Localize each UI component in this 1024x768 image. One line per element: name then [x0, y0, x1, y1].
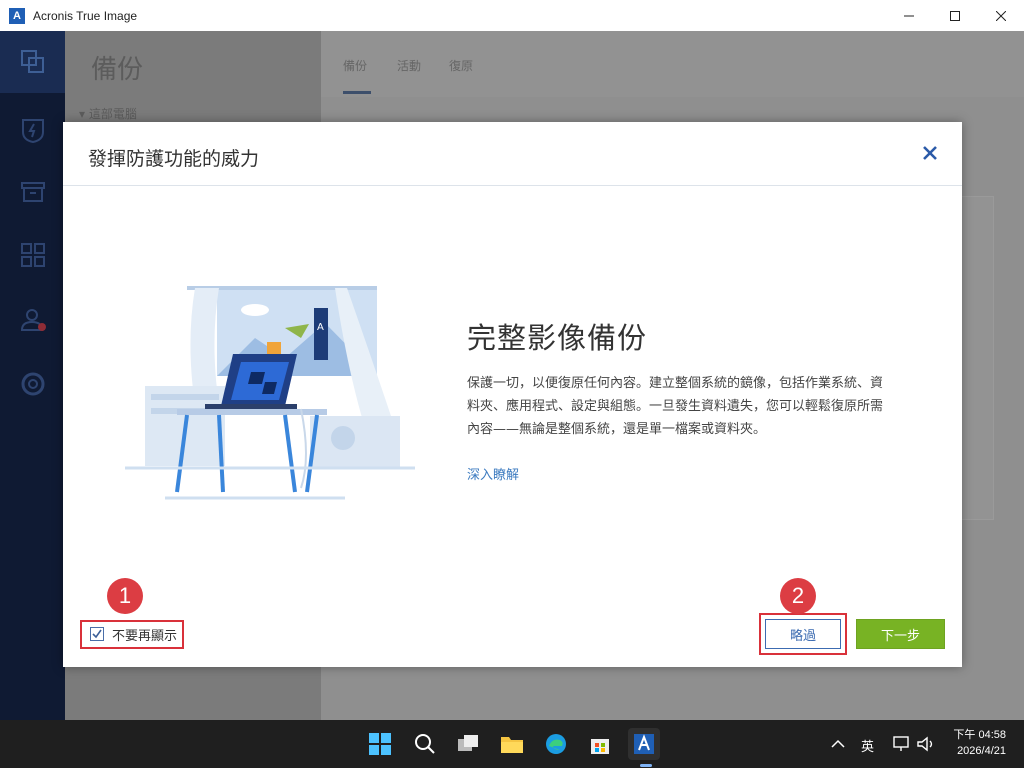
acronis-taskbar-button[interactable] — [628, 728, 660, 760]
learn-more-link[interactable]: 深入瞭解 — [467, 464, 519, 483]
sidebar-item-protection[interactable] — [0, 99, 65, 161]
annotation-badge-2: 2 — [780, 578, 816, 614]
acronis-icon — [634, 734, 654, 754]
file-explorer-button[interactable] — [496, 728, 528, 760]
folder-icon — [501, 737, 523, 753]
speaker-icon — [917, 736, 933, 752]
tab-recovery[interactable]: 復原 — [449, 57, 473, 74]
acronis-app-icon: A — [9, 7, 25, 24]
taskbar: 英 下午 04:58 2026/4/21 — [0, 720, 1024, 768]
minimize-button[interactable] — [886, 0, 932, 31]
backup-copy-icon — [20, 50, 44, 73]
sidebar-item-settings[interactable] — [0, 353, 65, 415]
svg-text:A: A — [317, 322, 324, 333]
start-button[interactable] — [364, 728, 396, 760]
maximize-button[interactable] — [932, 0, 978, 31]
sidebar-item-tools[interactable] — [0, 224, 65, 286]
close-icon — [996, 10, 1006, 21]
sidebar — [0, 31, 65, 720]
source-selector[interactable]: ▾ 這部電腦 — [79, 105, 137, 122]
task-view-button[interactable] — [452, 728, 484, 760]
windows-logo-icon — [369, 733, 391, 755]
search-icon — [415, 734, 435, 754]
show-hidden-icons-button[interactable] — [822, 728, 854, 760]
settings-icon — [21, 372, 44, 396]
grid-icon — [20, 243, 45, 267]
sidebar-item-backup[interactable] — [0, 31, 65, 93]
maximize-icon — [950, 10, 960, 21]
next-button[interactable]: 下一步 — [856, 619, 945, 649]
chevron-up-icon — [831, 739, 845, 748]
ime-indicator[interactable]: 英 — [861, 736, 874, 755]
sidebar-item-archive[interactable] — [0, 161, 65, 223]
close-icon — [923, 146, 937, 160]
tab-activity[interactable]: 活動 — [397, 57, 421, 74]
edge-browser-button[interactable] — [540, 728, 572, 760]
backup-illustration: A — [125, 286, 415, 500]
shield-icon — [21, 119, 44, 144]
annotation-highlight-1 — [80, 620, 184, 649]
annotation-badge-1: 1 — [107, 578, 143, 614]
network-icon — [893, 736, 909, 751]
dialog-header: 發揮防護功能的威力 — [63, 122, 962, 186]
sidebar-item-account[interactable] — [0, 289, 65, 351]
task-view-icon — [458, 735, 478, 751]
account-icon — [20, 309, 46, 331]
tab-strip: 備份 活動 復原 — [321, 31, 1024, 97]
minimize-icon — [904, 15, 914, 16]
feature-description: 保護一切，以便復原任何內容。建立整個系統的鏡像，包括作業系統、資料夾、應用程式、… — [467, 376, 884, 437]
onboarding-dialog: 發揮防護功能的威力 A 完整影像備份 保護一切，以便復原任何內容。建立整個系統的… — [63, 122, 962, 667]
dialog-close-button[interactable] — [919, 142, 941, 164]
feature-title: 完整影像備份 — [467, 321, 648, 355]
annotation-highlight-2 — [759, 613, 847, 655]
window-title: Acronis True Image — [33, 8, 138, 23]
active-app-indicator — [640, 764, 652, 767]
system-clock[interactable]: 下午 04:58 2026/4/21 — [953, 727, 1006, 759]
title-bar: A Acronis True Image — [0, 0, 1024, 32]
active-tab-indicator — [343, 91, 371, 94]
store-icon — [591, 739, 609, 754]
archive-icon — [20, 182, 45, 202]
volume-button[interactable] — [910, 728, 942, 760]
search-taskbar-button[interactable] — [409, 728, 441, 760]
clock-date: 2026/4/21 — [957, 745, 1006, 757]
page-title: 備份 — [91, 55, 144, 85]
store-button[interactable] — [584, 728, 616, 760]
close-window-button[interactable] — [978, 0, 1024, 31]
clock-time: 下午 04:58 — [953, 729, 1006, 741]
edge-icon — [546, 734, 566, 754]
tab-backup[interactable]: 備份 — [343, 57, 367, 74]
dialog-title: 發揮防護功能的威力 — [88, 148, 260, 170]
